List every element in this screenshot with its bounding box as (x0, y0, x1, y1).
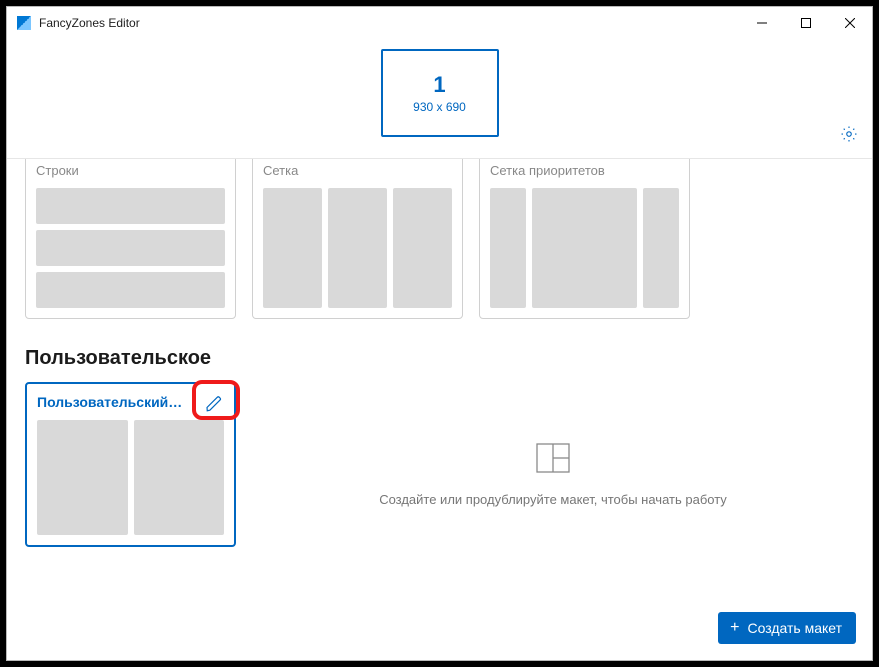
zone-preview (263, 188, 322, 308)
main-content: Строки Сетка Сетка при (7, 159, 872, 660)
zone-preview (36, 272, 225, 308)
zone-preview (36, 188, 225, 224)
zone-preview (643, 188, 679, 308)
custom-layout-name: Пользовательский… (37, 394, 187, 410)
zone-preview (134, 420, 225, 535)
empty-state: Создайте или продублируйте макет, чтобы … (252, 382, 854, 562)
close-button[interactable] (828, 7, 872, 39)
window-title: FancyZones Editor (39, 16, 140, 30)
template-rows[interactable]: Строки (25, 159, 236, 319)
monitor-resolution: 930 x 690 (413, 100, 466, 114)
template-label: Сетка (263, 160, 452, 180)
template-grid[interactable]: Сетка (252, 159, 463, 319)
section-custom-title: Пользовательское (7, 319, 872, 382)
create-layout-label: Создать макет (747, 620, 842, 636)
monitor-number: 1 (433, 72, 445, 98)
edit-layout-button[interactable] (200, 390, 228, 418)
zone-preview (37, 420, 128, 535)
monitor-header: 1 930 x 690 (7, 39, 872, 159)
zone-preview (328, 188, 387, 308)
settings-button[interactable] (840, 125, 858, 148)
custom-layout-card[interactable]: Пользовательский… (25, 382, 236, 547)
maximize-button[interactable] (784, 7, 828, 39)
templates-row: Строки Сетка Сетка при (7, 159, 872, 319)
minimize-button[interactable] (740, 7, 784, 39)
empty-state-text: Создайте или продублируйте макет, чтобы … (379, 492, 727, 507)
template-label: Строки (36, 160, 225, 180)
plus-icon: + (730, 620, 739, 636)
custom-row: Пользовательский… (7, 382, 872, 562)
zone-preview (490, 188, 526, 308)
zone-preview (393, 188, 452, 308)
zone-preview (36, 230, 225, 266)
pencil-icon (205, 395, 223, 413)
create-layout-button[interactable]: + Создать макет (718, 612, 856, 644)
app-window: FancyZones Editor 1 930 x 690 (6, 6, 873, 661)
title-bar: FancyZones Editor (7, 7, 872, 39)
template-priority-grid[interactable]: Сетка приоритетов (479, 159, 690, 319)
zone-preview (532, 188, 637, 308)
layout-icon (533, 438, 573, 478)
template-label: Сетка приоритетов (490, 160, 679, 180)
app-icon (17, 16, 31, 30)
monitor-card[interactable]: 1 930 x 690 (381, 49, 499, 137)
